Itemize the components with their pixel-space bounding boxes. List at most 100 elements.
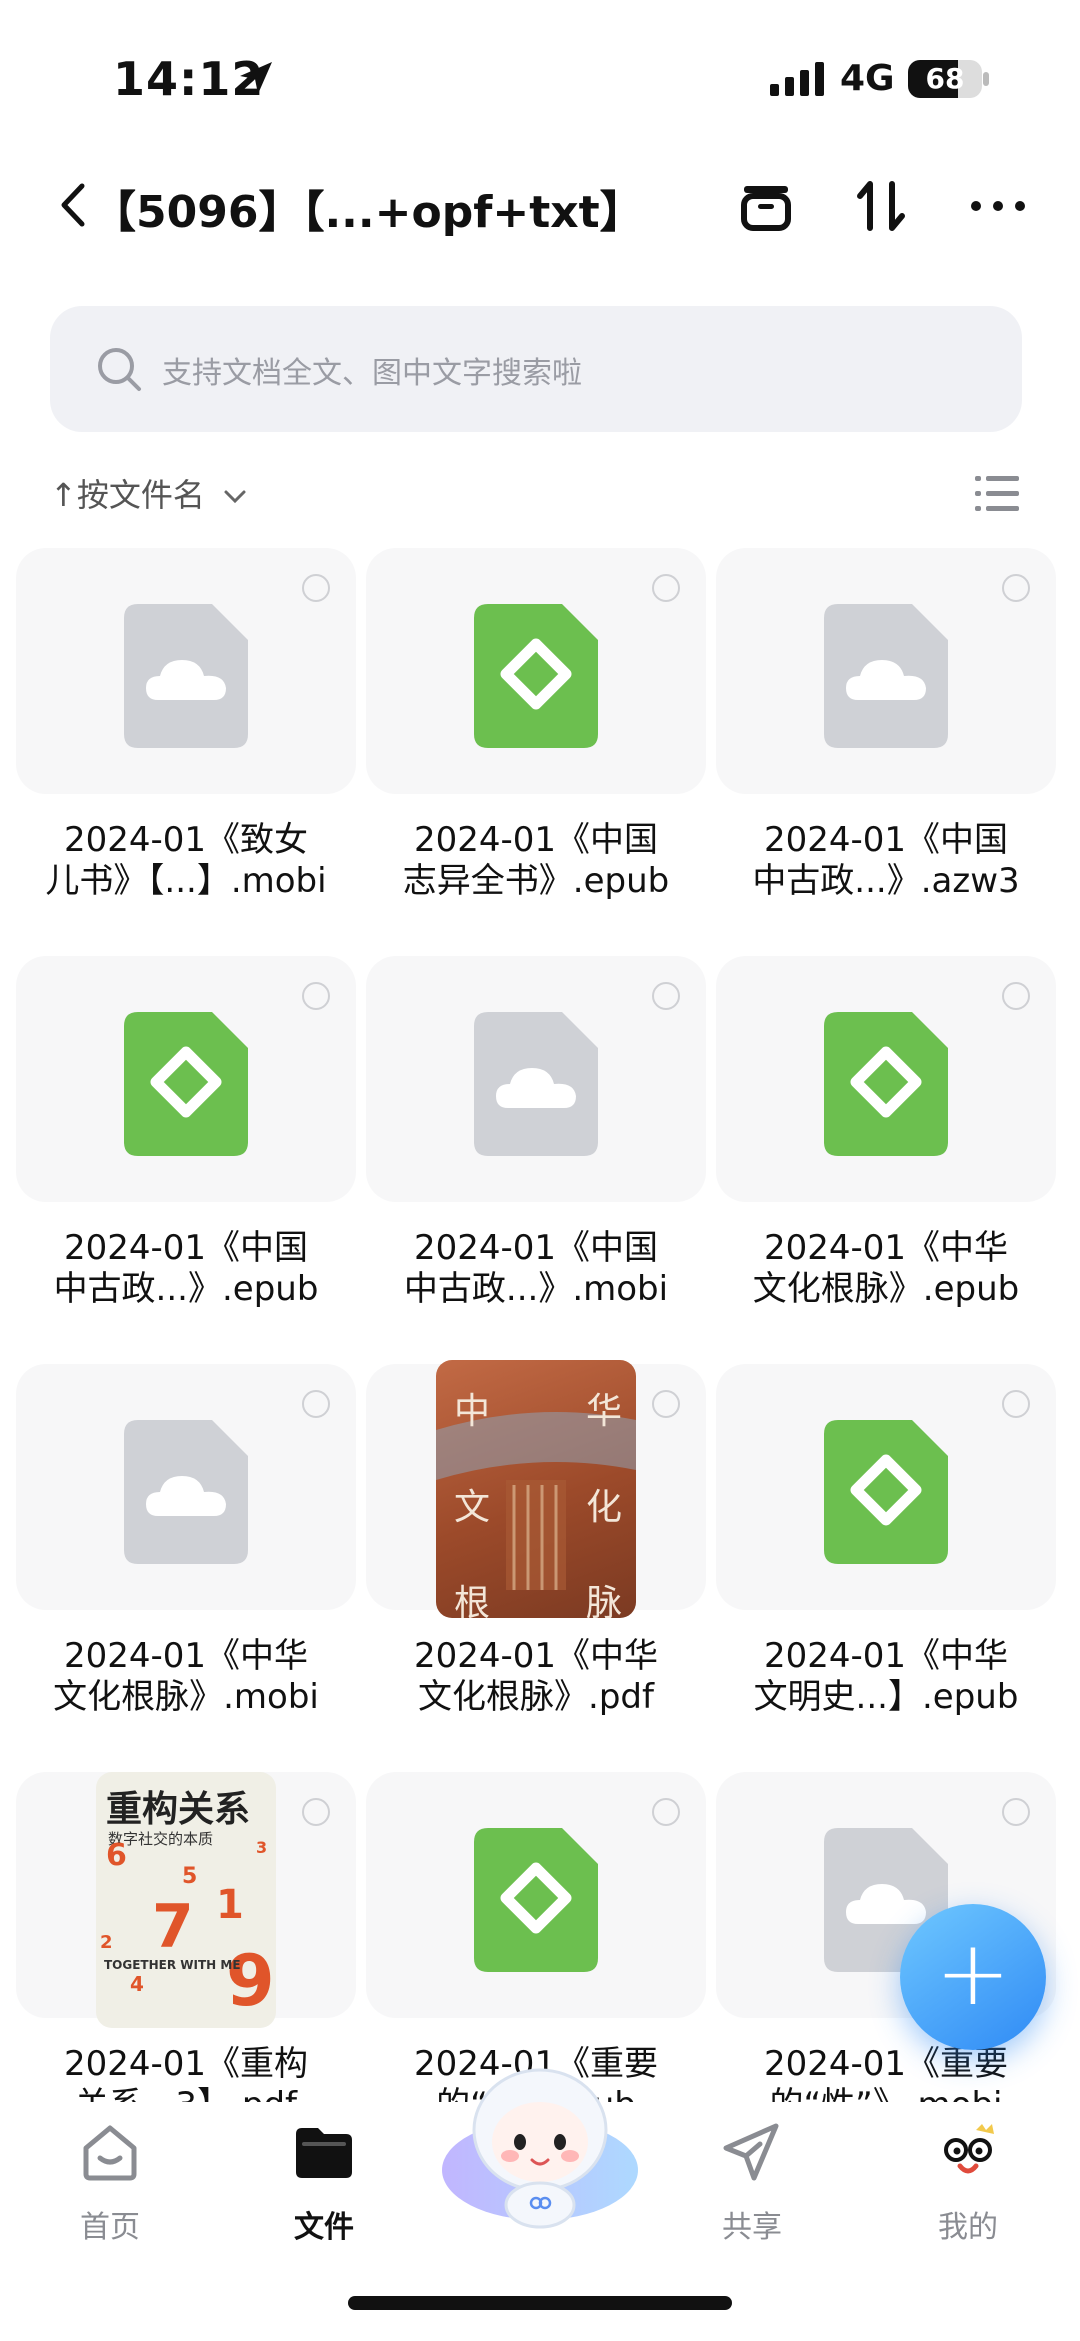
epub-icon [474, 604, 598, 748]
sort-order-icon[interactable] [852, 176, 912, 236]
file-name: 2024-01《致女 儿书》【...】.mobi [16, 820, 356, 902]
select-radio[interactable] [652, 1798, 680, 1826]
sort-label: ↑按文件名 [50, 476, 205, 514]
status-bar: 14:12 4G 68 [0, 0, 1080, 150]
cover-digit: 2 [100, 1932, 113, 1953]
select-radio[interactable] [1002, 574, 1030, 602]
select-radio[interactable] [1002, 982, 1030, 1010]
file-name-line2: 儿书》【...】.mobi [45, 861, 327, 901]
file-name-line2: 中古政...》.mobi [403, 1269, 669, 1309]
file-name-line2: 文明史...】.epub [753, 1677, 1019, 1717]
file-name-line2: 文化根脉》.pdf [418, 1677, 654, 1717]
file-name: 2024-01《中华 文化根脉》.epub [716, 1228, 1056, 1310]
tab-files-label: 文件 [294, 2210, 354, 2245]
cover-digit: 9 [226, 1940, 275, 2022]
network-type: 4G [840, 58, 895, 99]
signal-icon [770, 62, 824, 96]
file-name: 2024-01《中国 中古政...》.mobi [366, 1228, 706, 1310]
cloud-file-icon [124, 1420, 248, 1564]
select-radio[interactable] [1002, 1390, 1030, 1418]
file-name: 2024-01《中国 中古政...》.epub [16, 1228, 356, 1310]
file-name-line1: 2024-01《重构 [63, 2044, 309, 2084]
file-card[interactable] [716, 1364, 1056, 1610]
tab-home-label: 首页 [80, 2210, 140, 2245]
home-icon [83, 2125, 137, 2181]
file-name-line1: 2024-01《中华 [763, 1636, 1009, 1676]
cloud-file-icon [824, 604, 948, 748]
cover-digit: 1 [216, 1882, 244, 1928]
file-card[interactable] [366, 1772, 706, 2018]
assistant-mascot-icon[interactable] [440, 2060, 640, 2230]
file-name-line2: 文化根脉》.epub [752, 1269, 1020, 1309]
file-card[interactable] [716, 956, 1056, 1202]
more-icon[interactable] [968, 176, 1028, 236]
search-placeholder: 支持文档全文、图中文字搜索啦 [162, 356, 582, 391]
archive-icon[interactable] [736, 176, 796, 236]
epub-icon [824, 1420, 948, 1564]
epub-icon [474, 1828, 598, 1972]
tab-share-label: 共享 [722, 2210, 782, 2245]
folder-icon [296, 2128, 352, 2178]
book-cover-zhonghua: 中 华文 化根 脉 [436, 1360, 636, 1618]
list-view-icon[interactable] [975, 474, 1019, 514]
cover-digit: 4 [130, 1972, 144, 1996]
file-name: 2024-01《中国 志异全书》.epub [366, 820, 706, 902]
cloud-file-icon [124, 604, 248, 748]
cover-char: 文 [454, 1487, 491, 1528]
file-card[interactable]: 中 华文 化根 脉 [366, 1360, 706, 1618]
file-card[interactable] [716, 548, 1056, 794]
select-radio[interactable] [1002, 1798, 1030, 1826]
cover-char: 根 [454, 1583, 491, 1618]
file-name-line2: 关系...3】.pdf [16, 2085, 356, 2102]
file-name-line1: 2024-01《中华 [63, 1636, 309, 1676]
search-icon [98, 348, 141, 391]
file-name-line1: 2024-01《中华 [413, 1636, 659, 1676]
chevron-down-icon [224, 490, 246, 504]
file-card[interactable] [366, 956, 706, 1202]
profile-face-icon [944, 2124, 994, 2174]
file-name: 2024-01《中华 文明史...】.epub [716, 1636, 1056, 1718]
file-name-line2: 志异全书》.epub [402, 861, 670, 901]
epub-icon [824, 1012, 948, 1156]
file-name: 2024-01《中华 文化根脉》.pdf [366, 1636, 706, 1718]
select-radio[interactable] [652, 982, 680, 1010]
file-card[interactable] [366, 548, 706, 794]
sort-dropdown[interactable]: ↑按文件名 [50, 470, 249, 516]
file-card[interactable]: 重构关系 数字社交的本质 6 5 3 1 7 2 4 9 TOGETHER WITH ME [16, 1772, 356, 2028]
back-chevron-icon[interactable] [58, 180, 88, 230]
select-radio[interactable] [302, 982, 330, 1010]
file-card[interactable] [16, 956, 356, 1202]
select-radio[interactable] [302, 574, 330, 602]
add-button[interactable]: + [900, 1904, 1046, 2050]
select-radio[interactable] [302, 1798, 330, 1826]
cover-digit: 7 [152, 1892, 194, 1962]
file-name-line1: 2024-01《重要 [763, 2044, 1009, 2084]
cover-digit: 6 [106, 1838, 127, 1873]
cover-english: TOGETHER WITH ME [104, 1958, 241, 1972]
cover-char: 中 [454, 1391, 491, 1432]
battery-icon: 68 [908, 60, 982, 98]
file-card[interactable] [16, 548, 356, 794]
page-title: 【5096】【...+opf+txt】 [92, 187, 644, 238]
cover-digit: 3 [256, 1838, 268, 1857]
select-radio[interactable] [302, 1390, 330, 1418]
battery-level: 68 [925, 62, 965, 95]
select-radio[interactable] [652, 1390, 680, 1418]
file-name-line2: 中古政...》.epub [53, 1269, 319, 1309]
file-name: 2024-01《中国 中古政...》.azw3 [716, 820, 1056, 902]
cloud-file-icon [474, 1012, 598, 1156]
search-input[interactable]: 支持文档全文、图中文字搜索啦 [50, 306, 1022, 432]
file-name-line2: 文化根脉》.mobi [53, 1677, 319, 1717]
cover-title: 重构关系 [106, 1789, 251, 1830]
select-radio[interactable] [652, 574, 680, 602]
file-name: 2024-01《中华 文化根脉》.mobi [16, 1636, 356, 1718]
file-name-line2: 的“性”》.mobi [716, 2085, 1056, 2102]
add-button-label: + [935, 1921, 1011, 2026]
file-name-line1: 2024-01《中国 [413, 1228, 659, 1268]
file-name: 2024-01《重构关系...3】.pdf [16, 2044, 356, 2102]
cover-char: 化 [586, 1487, 623, 1528]
cover-digit: 5 [182, 1864, 198, 1889]
file-card[interactable] [16, 1364, 356, 1610]
paper-plane-icon [723, 2123, 779, 2181]
home-indicator [348, 2296, 732, 2310]
